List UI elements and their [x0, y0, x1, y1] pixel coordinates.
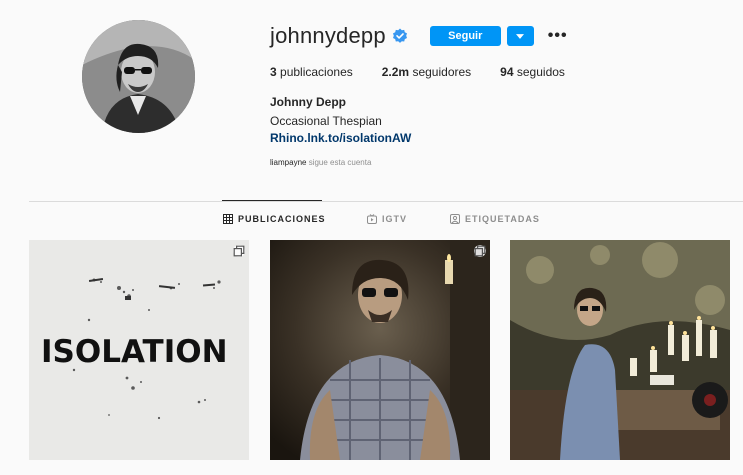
profile-avatar[interactable] — [82, 20, 195, 133]
bio-link[interactable]: Rhino.lnk.to/isolationAW — [270, 131, 411, 145]
suggestions-dropdown-button[interactable] — [506, 26, 534, 46]
full-name: Johnny Depp — [270, 95, 347, 109]
tab-etiquetadas[interactable]: ETIQUETADAS — [450, 214, 540, 224]
carousel-icon — [474, 245, 486, 257]
active-tab-indicator — [222, 200, 322, 201]
carousel-icon — [233, 245, 245, 257]
tab-publicaciones[interactable]: PUBLICACIONES — [223, 214, 326, 224]
follow-button[interactable]: Seguir — [429, 26, 501, 46]
followed-by-user: liampayne — [270, 158, 307, 167]
post-thumbnail[interactable] — [510, 240, 730, 460]
profile-stats: 3 publicaciones 2.2m seguidores 94 segui… — [270, 65, 594, 79]
followers-stat[interactable]: 2.2m seguidores — [382, 65, 471, 79]
follow-button-label: Seguir — [448, 30, 483, 42]
post-caption-text: ISOLATION — [41, 334, 228, 370]
tabs-divider — [29, 201, 743, 202]
more-options-icon[interactable]: ••• — [548, 28, 568, 44]
following-count: 94 — [500, 65, 514, 79]
username: johnnydepp — [270, 23, 386, 48]
igtv-icon — [367, 214, 377, 224]
tagged-icon — [450, 214, 460, 224]
post-thumbnail[interactable]: ISOLATION — [29, 240, 249, 460]
profile-tabs: PUBLICACIONES IGTV ETIQUETADAS — [0, 214, 743, 228]
chevron-down-icon — [516, 33, 525, 39]
followers-label: seguidores — [412, 65, 472, 79]
post-image — [510, 240, 730, 460]
verified-badge-icon — [392, 28, 408, 44]
tab-label: IGTV — [382, 214, 408, 224]
followed-by[interactable]: liampayne sigue esta cuenta — [270, 158, 371, 167]
followers-count: 2.2m — [381, 65, 410, 79]
tab-igtv[interactable]: IGTV — [367, 214, 407, 224]
post-thumbnail[interactable] — [270, 240, 490, 460]
posts-label: publicaciones — [280, 65, 353, 79]
posts-stat: 3 publicaciones — [270, 65, 353, 79]
profile-header: johnnydepp Seguir ••• — [270, 22, 568, 50]
following-label: seguidos — [516, 65, 565, 79]
bio-text: Occasional Thespian — [270, 114, 382, 128]
tab-label: ETIQUETADAS — [465, 214, 540, 224]
following-stat[interactable]: 94 seguidos — [500, 65, 565, 79]
tab-label: PUBLICACIONES — [238, 214, 326, 224]
grid-icon — [223, 214, 233, 224]
followed-by-text: sigue esta cuenta — [308, 158, 372, 167]
avatar-photo — [82, 20, 195, 133]
posts-count: 3 — [270, 65, 277, 79]
post-image — [270, 240, 490, 460]
